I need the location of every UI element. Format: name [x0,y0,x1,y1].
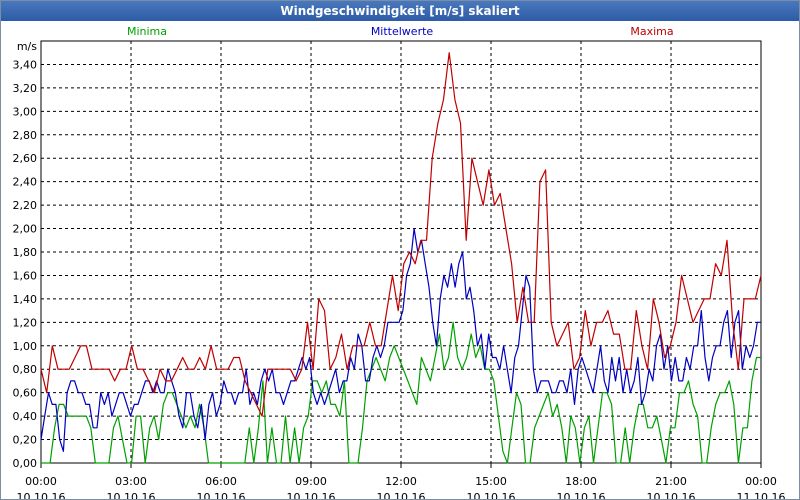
y-axis-label: m/s [17,40,37,53]
y-tick-label: 0,20 [13,434,38,447]
y-tick-label: 1,40 [13,293,38,306]
x-tick-label-date: 10.10.16 [647,491,696,499]
y-tick-label: 1,60 [13,269,38,282]
legend-minima: Minima [127,25,167,38]
y-tick-label: 2,40 [13,176,38,189]
y-tick-label: 1,20 [13,316,38,329]
y-tick-label: 3,00 [13,105,38,118]
y-tick-label: 1,80 [13,246,38,259]
x-tick-label-date: 11.10.16 [737,491,786,499]
y-tick-label: 2,60 [13,152,38,165]
x-tick-label-time: 00:00 [745,475,777,488]
x-tick-label-date: 10.10.16 [287,491,336,499]
y-tick-label: 3,40 [13,58,38,71]
x-tick-label-date: 10.10.16 [107,491,156,499]
x-tick-label-time: 00:00 [25,475,57,488]
grid [40,40,762,468]
window-title: Windgeschwindigkeit [m/s] skaliert [1,1,799,21]
x-tick-label-time: 12:00 [385,475,417,488]
y-tick-label: 0,80 [13,363,38,376]
line-chart: 0,00 0,20 0,40 0,60 0,80 1,00 1,20 1,40 1,60 1,80… [13,25,786,499]
x-tick-label-time: 15:00 [475,475,507,488]
x-axis-ticks: 00:00 10.10.16 03:00 10.10.16 06:00 10.10.16 0… [17,475,786,499]
y-tick-label: 2,80 [13,129,38,142]
chart-window: Windgeschwindigkeit [m/s] skaliert 0,00 0… [0,0,800,500]
x-tick-label-time: 03:00 [115,475,147,488]
y-tick-label: 0,00 [13,457,38,470]
x-tick-label-time: 21:00 [655,475,687,488]
y-tick-label: 2,20 [13,199,38,212]
legend-mittelwerte: Mittelwerte [371,25,434,38]
series-line-mittelwerte [40,228,761,452]
y-tick-label: 2,00 [13,223,38,236]
x-tick-label-time: 06:00 [205,475,237,488]
x-tick-label-date: 10.10.16 [197,491,246,499]
x-tick-label-time: 18:00 [565,475,597,488]
y-tick-label: 0,60 [13,387,38,400]
legend-maxima: Maxima [630,25,673,38]
y-tick-label: 1,00 [13,340,38,353]
y-tick-label: 0,40 [13,410,38,423]
y-axis-ticks: 0,00 0,20 0,40 0,60 0,80 1,00 1,20 1,40 1,60 1,80… [13,58,38,470]
x-tick-label-date: 10.10.16 [377,491,426,499]
x-tick-label-time: 09:00 [295,475,327,488]
x-tick-label-date: 10.10.16 [17,491,66,499]
legend: Minima Mittelwerte Maxima [127,25,674,38]
x-tick-label-date: 10.10.16 [467,491,516,499]
x-tick-label-date: 10.10.16 [557,491,606,499]
y-tick-label: 3,20 [13,82,38,95]
